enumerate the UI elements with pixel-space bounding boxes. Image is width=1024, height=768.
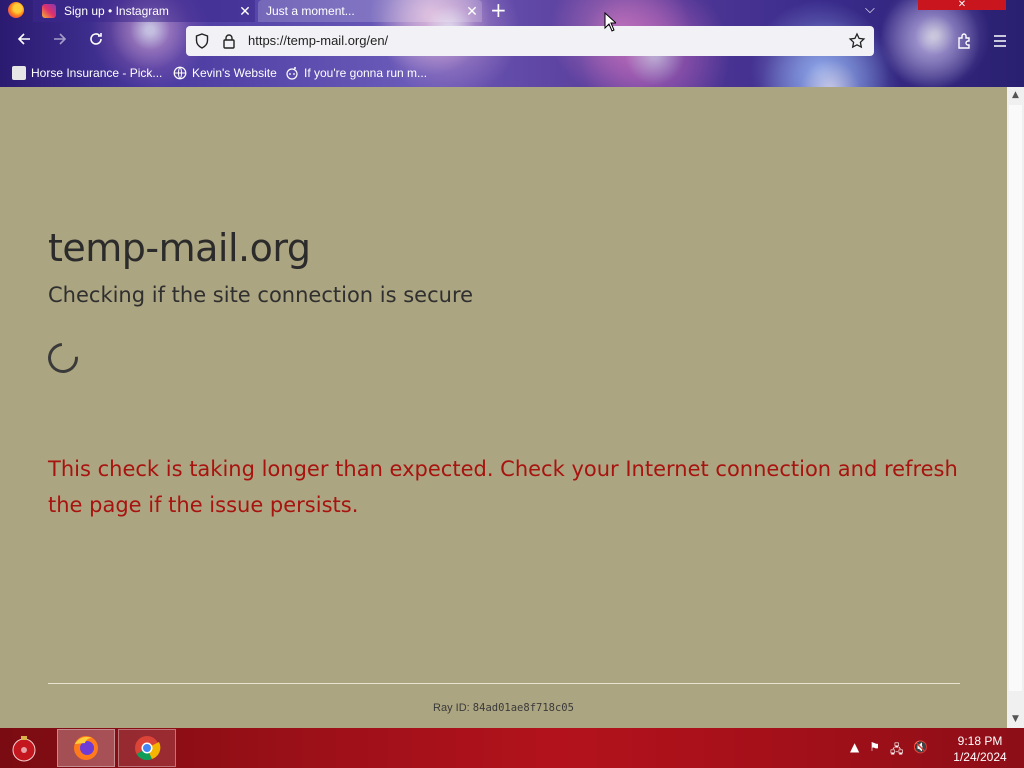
taskbar-clock[interactable]: 9:18 PM 1/24/2024 bbox=[950, 733, 1010, 765]
page-subtitle: Checking if the site connection is secur… bbox=[48, 283, 474, 307]
close-tab-icon[interactable]: ✕ bbox=[462, 4, 482, 18]
vertical-scrollbar[interactable]: ▲ ▼ bbox=[1007, 87, 1024, 728]
address-bar[interactable]: https://temp-mail.org/en/ bbox=[186, 26, 874, 56]
network-icon[interactable]: 🖧 bbox=[890, 740, 903, 761]
list-all-tabs-icon[interactable]: ⌵ bbox=[865, 2, 875, 17]
firefox-icon bbox=[74, 736, 98, 760]
extensions-puzzle-icon[interactable] bbox=[955, 31, 975, 51]
tab-just-a-moment[interactable]: Just a moment... ✕ bbox=[258, 0, 482, 22]
back-arrow-icon bbox=[17, 33, 30, 45]
reddit-alien-icon bbox=[286, 67, 298, 80]
taskbar: ▲ ⚑ 🖧 🔇 9:18 PM 1/24/2024 bbox=[0, 728, 1024, 768]
bookmark-star-icon[interactable] bbox=[848, 32, 866, 50]
forward-arrow-icon bbox=[54, 33, 67, 45]
instagram-icon bbox=[42, 4, 56, 18]
clock-date: 1/24/2024 bbox=[953, 750, 1007, 764]
globe-icon bbox=[173, 66, 187, 80]
bookmark-label: If you're gonna run m... bbox=[304, 66, 428, 80]
tab-instagram[interactable]: Sign up • Instagram ✕ bbox=[33, 0, 255, 22]
page-content: temp-mail.org Checking if the site conne… bbox=[0, 87, 1007, 728]
chrome-icon bbox=[135, 736, 161, 761]
bookmark-kevins-website[interactable]: Kevin's Website bbox=[173, 64, 277, 82]
forward-button[interactable] bbox=[48, 30, 72, 54]
tab-title: Sign up • Instagram bbox=[64, 4, 169, 18]
scroll-up-arrow-icon[interactable]: ▲ bbox=[1007, 87, 1024, 104]
bookmark-if-youre-gonna[interactable]: If you're gonna run m... bbox=[285, 64, 427, 82]
bookmark-horse-insurance[interactable]: Horse Insurance - Pick... bbox=[12, 64, 162, 82]
clock-time: 9:18 PM bbox=[957, 734, 1003, 748]
show-hidden-icons-chevron-icon[interactable]: ▲ bbox=[850, 740, 859, 761]
tab-title: Just a moment... bbox=[266, 4, 355, 18]
taskbar-firefox[interactable] bbox=[57, 729, 115, 767]
ray-id-value: 84ad01ae8f718c05 bbox=[472, 702, 574, 714]
loading-spinner-icon bbox=[41, 336, 85, 380]
bookmark-label: Kevin's Website bbox=[192, 66, 277, 80]
bookmark-favicon-icon bbox=[12, 66, 26, 80]
close-window-button[interactable]: ✕ bbox=[918, 0, 1006, 10]
system-tray: ▲ ⚑ 🖧 🔇 bbox=[850, 740, 928, 761]
lock-icon[interactable] bbox=[222, 33, 236, 49]
bookmark-label: Horse Insurance - Pick... bbox=[31, 66, 163, 80]
firefox-menu-icon[interactable] bbox=[8, 2, 24, 18]
ray-id-footer: Ray ID: 84ad01ae8f718c05 bbox=[0, 702, 1007, 714]
hamburger-menu-icon[interactable] bbox=[992, 33, 1008, 49]
reload-button[interactable] bbox=[84, 30, 108, 54]
url-text: https://temp-mail.org/en/ bbox=[248, 33, 389, 48]
taskbar-chrome[interactable] bbox=[118, 729, 176, 767]
scroll-down-arrow-icon[interactable]: ▼ bbox=[1007, 711, 1024, 728]
error-message: This check is taking longer than expecte… bbox=[48, 457, 958, 517]
new-tab-button[interactable]: + bbox=[490, 0, 507, 20]
start-button[interactable] bbox=[6, 731, 42, 765]
close-tab-icon[interactable]: ✕ bbox=[235, 4, 255, 18]
page-title: temp-mail.org bbox=[48, 226, 311, 270]
mouse-cursor-icon bbox=[604, 12, 616, 32]
back-button[interactable] bbox=[12, 30, 36, 54]
volume-muted-icon[interactable]: 🔇 bbox=[913, 740, 928, 761]
ray-id-label: Ray ID: bbox=[433, 702, 470, 714]
browser-chrome: Sign up • Instagram ✕ Just a moment... ✕… bbox=[0, 0, 1024, 88]
action-center-flag-icon[interactable]: ⚑ bbox=[869, 740, 880, 761]
reload-icon bbox=[90, 33, 102, 45]
shield-icon[interactable] bbox=[195, 33, 209, 49]
scrollbar-thumb[interactable] bbox=[1009, 105, 1022, 691]
footer-divider bbox=[48, 683, 960, 684]
